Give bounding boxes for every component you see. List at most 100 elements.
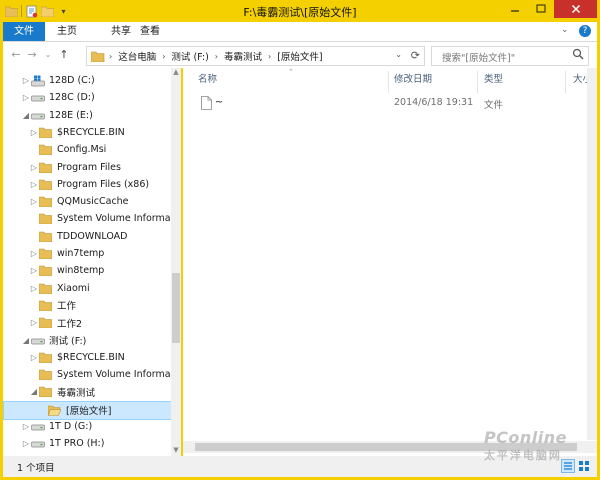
tree-item[interactable]: ◢ 128E (E:)	[3, 107, 181, 124]
forward-button[interactable]: →	[25, 46, 39, 64]
tree-item[interactable]: ▷ Program Files (x86)	[3, 176, 181, 193]
folder-icon	[39, 230, 53, 242]
folder-icon	[39, 369, 53, 381]
collapse-arrow-icon[interactable]: ◢	[21, 111, 31, 120]
breadcrumb-item[interactable]: 测试 (F:)	[169, 49, 210, 63]
column-header-date[interactable]: 修改日期	[394, 71, 432, 89]
chevron-down-icon[interactable]: ⌄	[395, 50, 402, 59]
tree-item-label: TDDOWNLOAD	[57, 230, 128, 242]
large-icons-view-icon[interactable]	[577, 459, 591, 473]
expand-arrow-icon[interactable]: ▷	[29, 197, 39, 206]
sort-ascending-icon: ⌃	[288, 68, 294, 76]
breadcrumb-arrow-icon[interactable]: ›	[105, 52, 116, 61]
tab-file[interactable]: 文件	[3, 22, 45, 41]
tree-item[interactable]: ▷ win8temp	[3, 262, 181, 279]
expand-arrow-icon[interactable]: ▷	[29, 318, 39, 327]
breadcrumb-arrow-icon[interactable]: ›	[264, 52, 275, 61]
tree-item[interactable]: System Volume Informati	[3, 366, 181, 383]
expand-arrow-icon[interactable]: ▷	[29, 180, 39, 189]
file-row[interactable]: ~ 2014/6/18 19:31 文件	[195, 94, 595, 112]
tree-item[interactable]: System Volume Informati	[3, 210, 181, 227]
collapse-arrow-icon[interactable]: ◢	[29, 387, 39, 396]
tree-item[interactable]: ▷ 工作2	[3, 314, 181, 331]
expand-arrow-icon[interactable]: ▷	[21, 439, 31, 448]
close-button[interactable]	[554, 0, 597, 18]
address-bar[interactable]: › 这台电脑 › 测试 (F:) › 毒霸测试 › [原始文件] ⌄ ⟳	[86, 46, 425, 66]
content-vertical-scrollbar[interactable]	[587, 68, 597, 440]
tree-item-label: 1T D (G:)	[49, 421, 93, 432]
column-header-name[interactable]: 名称	[198, 71, 217, 89]
search-input[interactable]: 搜索"[原始文件]"	[431, 46, 589, 66]
expand-arrow-icon[interactable]: ▷	[21, 76, 31, 85]
file-name: ~	[215, 97, 223, 108]
breadcrumb-arrow-icon[interactable]: ›	[158, 52, 169, 61]
breadcrumb-item[interactable]: 毒霸测试	[222, 49, 264, 63]
breadcrumb-item[interactable]: 这台电脑	[116, 49, 158, 63]
tree-item[interactable]: ▷ $RECYCLE.BIN	[3, 349, 181, 366]
tab-view[interactable]: 查看	[136, 22, 164, 41]
chevron-down-icon[interactable]: ⌄	[561, 25, 573, 37]
tree-item[interactable]: ▷ $RECYCLE.BIN	[3, 124, 181, 141]
expand-arrow-icon[interactable]: ▷	[29, 353, 39, 362]
column-divider[interactable]	[388, 71, 389, 93]
chevron-down-icon[interactable]: ▾	[57, 5, 70, 18]
tree-item[interactable]: ◢ 测试 (F:)	[3, 332, 181, 349]
details-view-icon[interactable]	[561, 459, 575, 473]
tree-item[interactable]: ▷ QQMusicCache	[3, 193, 181, 210]
folder-icon	[91, 51, 105, 62]
back-button[interactable]: ←	[9, 46, 23, 64]
folder-icon	[39, 386, 53, 398]
new-folder-icon[interactable]	[41, 5, 54, 18]
folder-icon[interactable]	[5, 5, 18, 18]
tree-item[interactable]: ▷ Program Files	[3, 159, 181, 176]
window-controls	[502, 0, 597, 18]
tree-item[interactable]: ▷ 1T D (G:)	[3, 418, 181, 435]
file-modified: 2014/6/18 19:31	[394, 97, 474, 108]
tree-item[interactable]: ▷ 1T PRO (H:)	[3, 435, 181, 452]
folder-icon	[39, 144, 53, 156]
minimize-button[interactable]	[502, 0, 528, 18]
scroll-up-icon[interactable]: ▲	[171, 68, 181, 78]
breadcrumb-arrow-icon[interactable]: ›	[211, 52, 222, 61]
folder-icon	[39, 213, 53, 225]
tab-home[interactable]: 主页	[53, 22, 81, 41]
tree-item[interactable]: 工作	[3, 297, 181, 314]
tree-item[interactable]: ◢ 毒霸测试	[3, 383, 181, 400]
folder-icon	[39, 178, 53, 190]
tree-item[interactable]: Config.Msi	[3, 141, 181, 158]
expand-arrow-icon[interactable]: ▷	[29, 284, 39, 293]
tree-item[interactable]: ▷ Xiaomi	[3, 280, 181, 297]
expand-arrow-icon[interactable]: ▷	[21, 93, 31, 102]
tree-item-label: Config.Msi	[57, 144, 107, 156]
recent-locations-button[interactable]: ⌄	[41, 46, 55, 64]
help-icon[interactable]: ?	[579, 25, 591, 37]
column-header-type[interactable]: 类型	[484, 71, 503, 89]
expand-arrow-icon[interactable]: ▷	[29, 128, 39, 137]
tree-item[interactable]: ▷ 128C (D:)	[3, 89, 181, 106]
column-divider[interactable]	[565, 71, 566, 93]
tab-share[interactable]: 共享	[107, 22, 135, 41]
tree-item[interactable]: TDDOWNLOAD	[3, 228, 181, 245]
up-button[interactable]: ↑	[57, 46, 71, 64]
scroll-down-icon[interactable]: ▼	[171, 446, 181, 456]
refresh-icon[interactable]: ⟳	[411, 49, 420, 62]
scrollbar-thumb[interactable]	[172, 273, 180, 343]
column-divider[interactable]	[477, 71, 478, 93]
collapse-arrow-icon[interactable]: ◢	[21, 336, 31, 345]
breadcrumb-item[interactable]: [原始文件]	[275, 49, 324, 63]
expand-arrow-icon[interactable]: ▷	[29, 163, 39, 172]
expand-arrow-icon[interactable]: ▷	[29, 266, 39, 275]
properties-icon[interactable]	[25, 5, 38, 18]
tree-item-label: win8temp	[57, 265, 105, 277]
tree-item-label: win7temp	[57, 248, 105, 259]
search-placeholder: 搜索"[原始文件]"	[442, 53, 516, 64]
expand-arrow-icon[interactable]: ▷	[21, 422, 31, 431]
maximize-button[interactable]	[528, 0, 554, 18]
tree-item[interactable]: [原始文件]	[3, 400, 181, 420]
expand-arrow-icon[interactable]: ▷	[29, 249, 39, 258]
nav-scrollbar[interactable]: ▲ ▼	[171, 68, 181, 456]
folder-icon	[39, 126, 53, 138]
tree-item[interactable]: ▷ 128D (C:)	[3, 72, 181, 89]
tree-item[interactable]: ▷ win7temp	[3, 245, 181, 262]
drive-icon	[31, 334, 45, 346]
